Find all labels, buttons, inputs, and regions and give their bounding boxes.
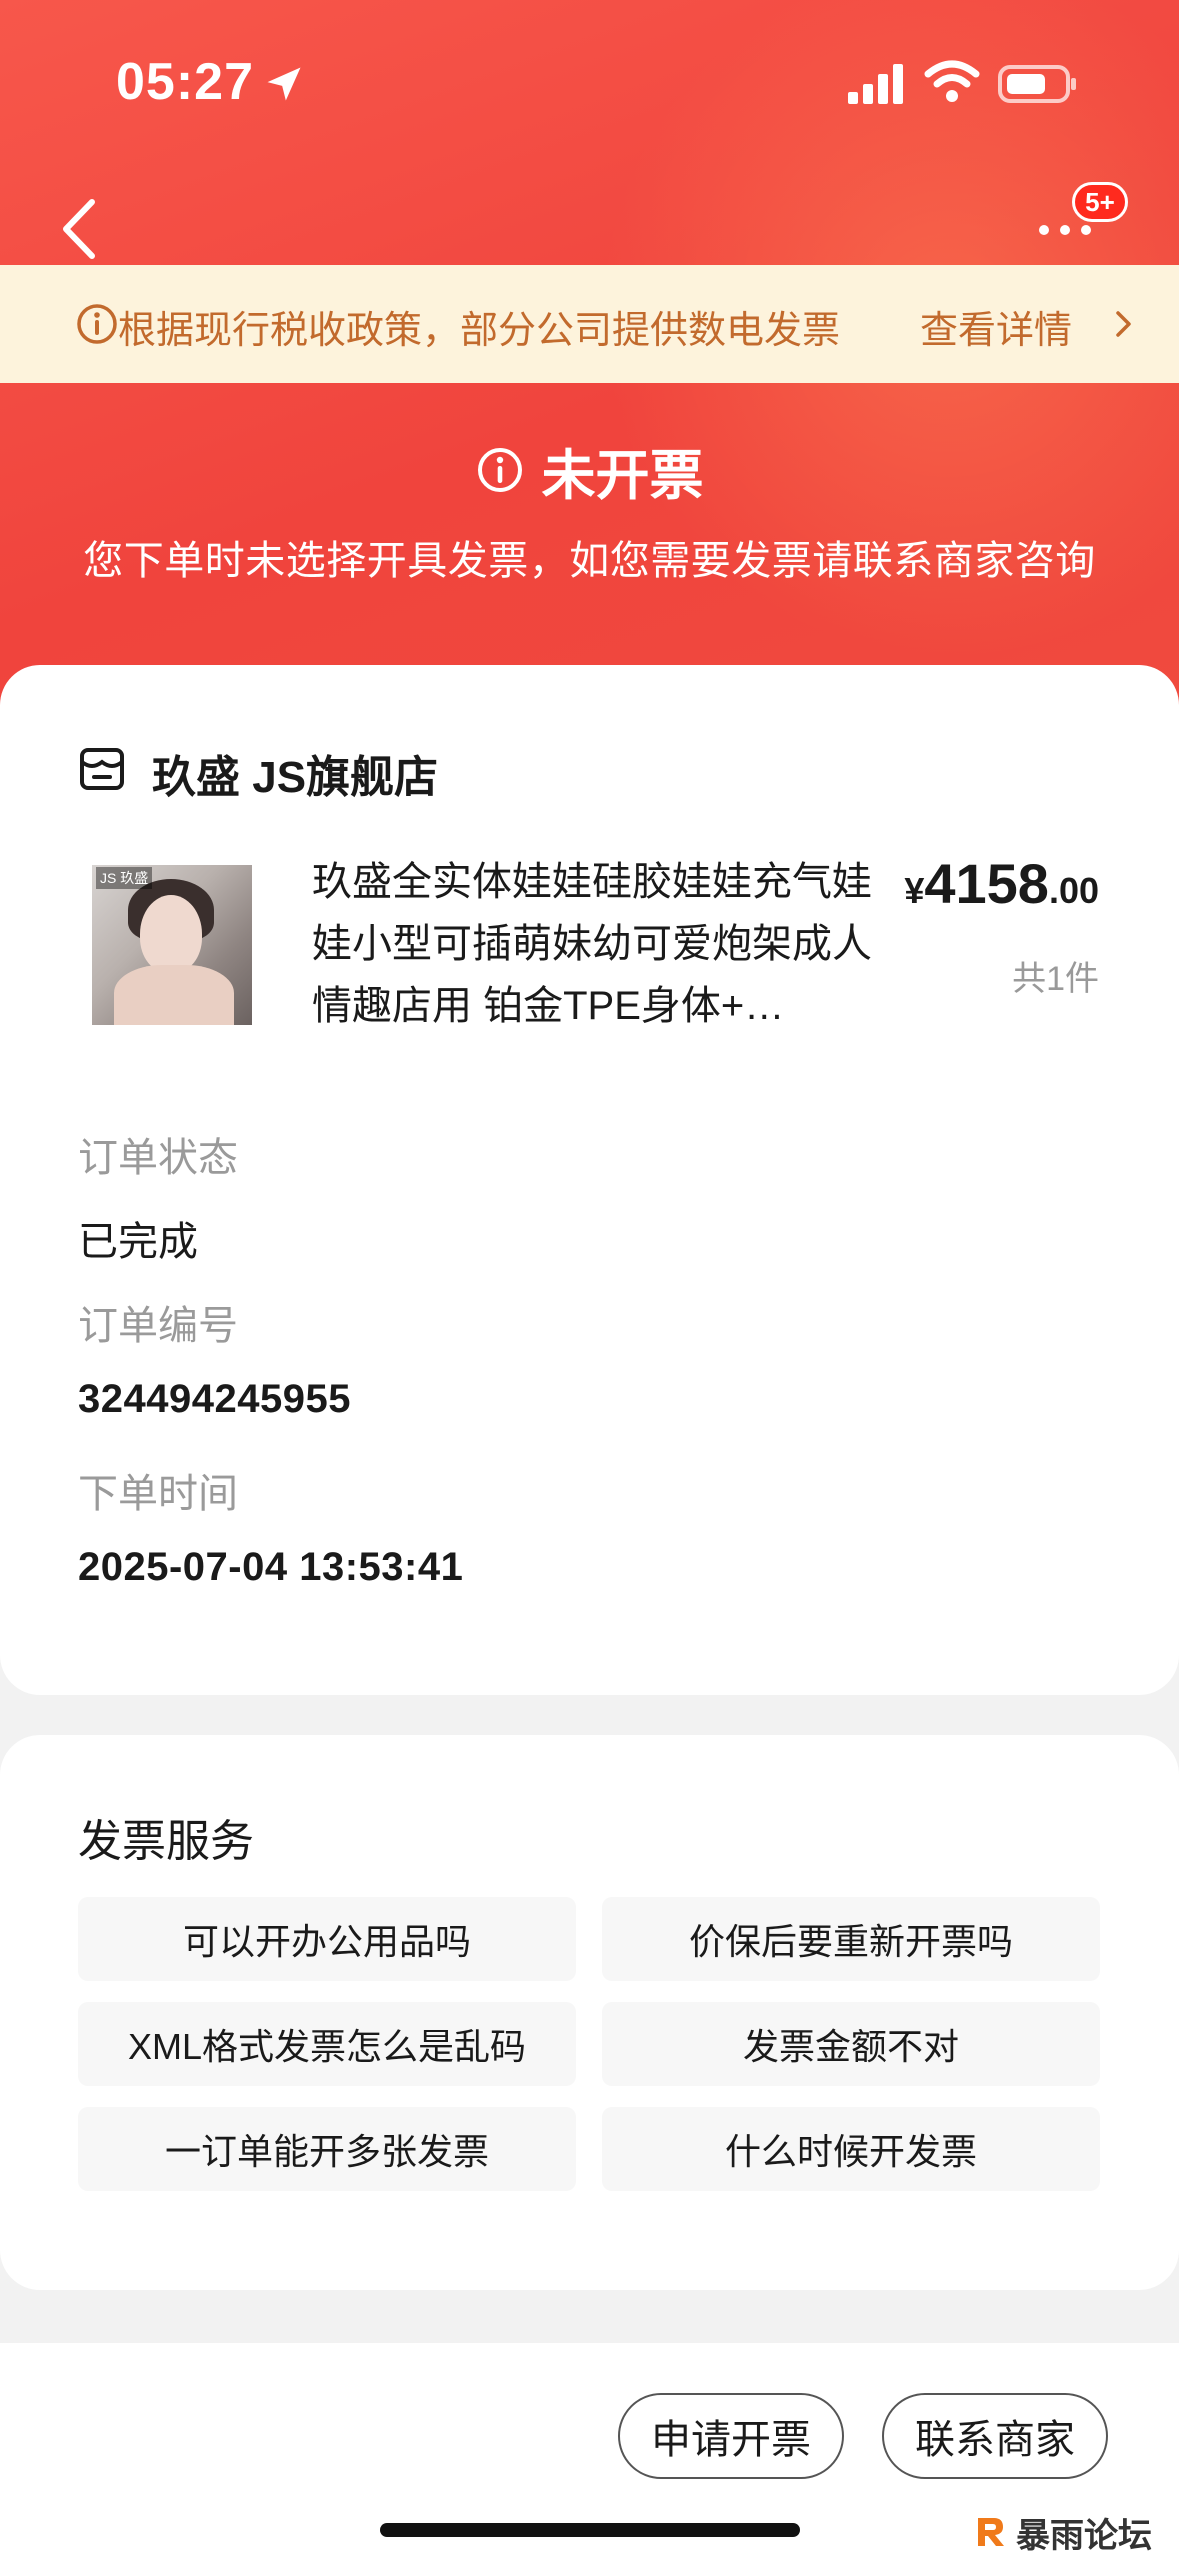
clock: 05:27 [116,53,254,111]
view-details-link[interactable]: 查看详情 [920,299,1072,354]
notice-text: 根据现行税收政策，部分公司提供数电发票 [118,310,841,352]
shop-name[interactable]: 玖盛 JS旗舰店 [152,741,438,805]
product-price: ¥4158.00 [904,851,1099,916]
price-decimal: .00 [1048,870,1099,911]
home-indicator[interactable] [380,2523,800,2537]
cellular-signal-icon [848,64,903,104]
invoice-status-subtitle: 您下单时未选择开具发票，如您需要发票请联系商家咨询 [83,539,1096,583]
order-number-label: 订单编号 [78,1304,238,1348]
apply-invoice-button[interactable]: 申请开票 [618,2393,844,2479]
watermark-text: 暴雨论坛 [1016,2516,1152,2555]
faq-chip[interactable]: 什么时候开发票 [602,2107,1100,2191]
order-time-label: 下单时间 [78,1472,238,1516]
info-icon [477,448,522,492]
invoice-status-heading: 未开票 [0,435,1179,506]
order-time-value: 2025-07-04 13:53:41 [78,1545,464,1589]
thumbnail-face [140,895,202,973]
location-arrow-icon [267,67,301,101]
price-integer: 4158 [924,852,1049,915]
invoice-status-title: 未开票 [541,445,704,506]
status-bar: 05:27 [0,0,1179,170]
order-card: 玖盛 JS旗舰店 JS 玖盛 玖盛全实体娃娃硅胶娃娃充气娃娃小型可插萌妹幼可爱炮… [0,665,1179,1695]
back-arrow-icon[interactable] [50,194,110,264]
faq-chip[interactable]: 可以开办公用品吗 [78,1897,576,1981]
faq-chip[interactable]: XML格式发票怎么是乱码 [78,2002,576,2086]
order-number-value: 324494245955 [78,1377,351,1421]
invoice-service-title: 发票服务 [78,1817,254,1866]
order-status-label: 订单状态 [78,1136,238,1180]
product-thumbnail[interactable]: JS 玖盛 [92,865,252,1025]
watermark-logo-icon [978,2518,1004,2546]
invoice-service-card: 发票服务 可以开办公用品吗 价保后要重新开票吗 XML格式发票怎么是乱码 发票金… [0,1735,1179,2290]
thumbnail-body [114,965,234,1025]
faq-chip[interactable]: 价保后要重新开票吗 [602,1897,1100,1981]
battery-icon [998,65,1076,103]
notification-badge: 5+ [1072,182,1128,222]
order-status-value: 已完成 [78,1220,198,1264]
product-title[interactable]: 玖盛全实体娃娃硅胶娃娃充气娃娃小型可插萌妹幼可爱炮架成人情趣店用 铂金TPE身体… [312,851,892,1037]
info-icon [77,304,117,344]
tax-policy-notice[interactable]: 根据现行税收政策，部分公司提供数电发票 查看详情 [0,265,1179,383]
faq-chip[interactable]: 一订单能开多张发票 [78,2107,576,2191]
wifi-icon [924,60,980,102]
chevron-right-icon [1116,311,1131,337]
product-quantity: 共1件 [1012,960,1099,998]
nav-bar: 5+ [0,170,1179,265]
forum-watermark: 暴雨论坛 [970,2508,1152,2556]
price-currency: ¥ [904,870,925,911]
contact-merchant-button[interactable]: 联系商家 [882,2393,1108,2479]
shop-icon [80,748,124,790]
faq-chip[interactable]: 发票金额不对 [602,2002,1100,2086]
thumbnail-logo: JS 玖盛 [96,867,153,889]
